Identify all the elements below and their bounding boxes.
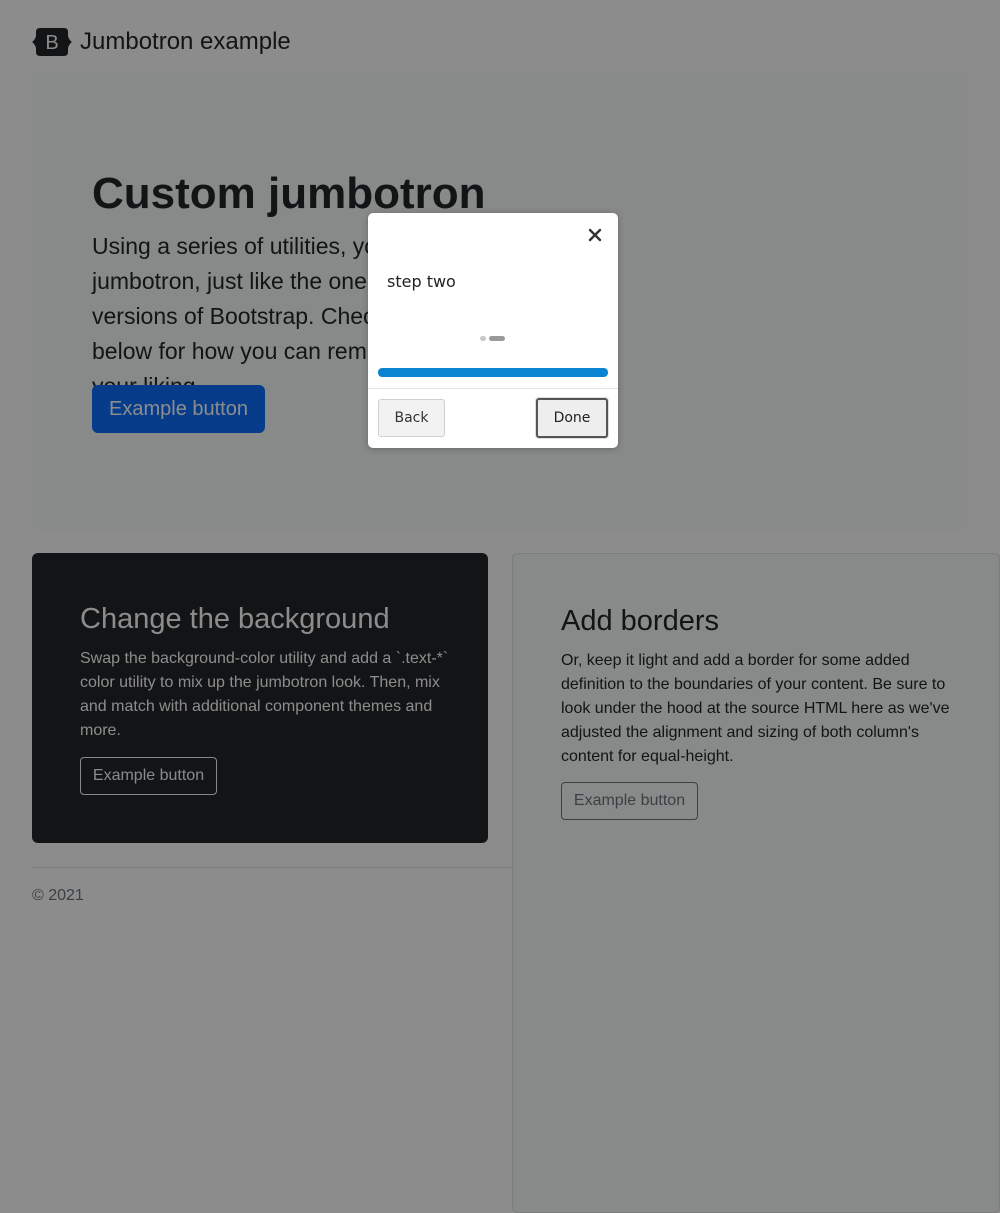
- tour-step-dot-1[interactable]: [480, 336, 486, 341]
- tour-progress-bar: [378, 368, 608, 377]
- tour-overlay[interactable]: [0, 0, 1000, 1213]
- tour-step-dot-2-active[interactable]: [489, 336, 505, 341]
- tour-popup: step two Back Done: [368, 213, 618, 448]
- tour-progress-fill: [378, 368, 608, 377]
- tour-done-button[interactable]: Done: [536, 398, 608, 438]
- tour-footer-divider: [368, 388, 618, 389]
- close-icon[interactable]: [584, 224, 606, 246]
- tour-step-text: step two: [387, 272, 456, 291]
- tour-back-button[interactable]: Back: [378, 399, 445, 437]
